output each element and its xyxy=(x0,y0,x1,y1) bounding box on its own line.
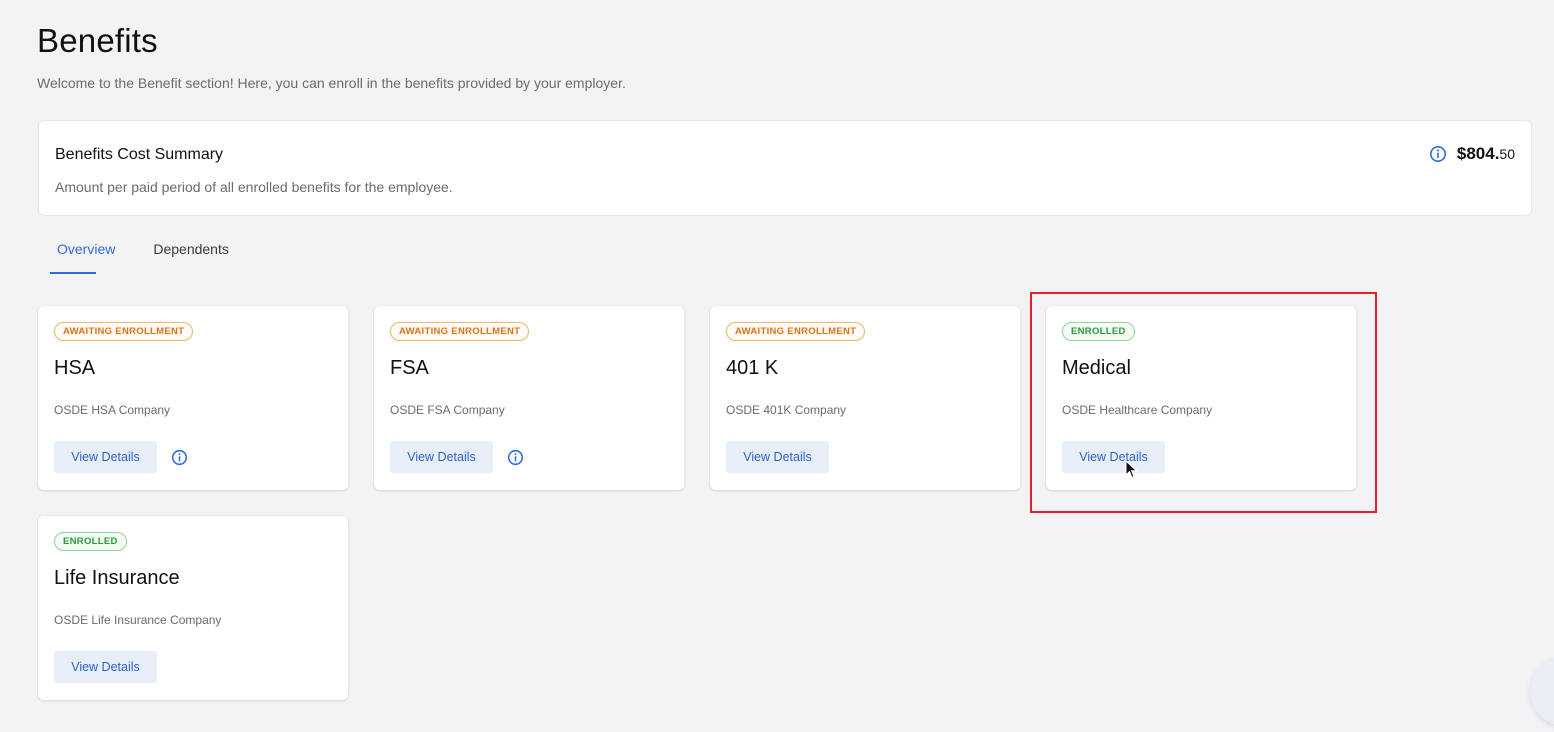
view-details-button[interactable]: View Details xyxy=(726,441,829,473)
info-circle-icon[interactable] xyxy=(1429,145,1447,163)
view-details-button[interactable]: View Details xyxy=(390,441,493,473)
tab-dependents[interactable]: Dependents xyxy=(134,236,248,273)
status-badge: AWAITING ENROLLMENT xyxy=(726,322,866,341)
card-title: HSA xyxy=(54,357,96,379)
card-company: OSDE 401K Company xyxy=(726,403,847,417)
view-details-button[interactable]: View Details xyxy=(54,441,157,473)
card-title: FSA xyxy=(390,357,429,379)
benefit-card-life-insurance: ENROLLED Life Insurance OSDE Life Insura… xyxy=(38,516,348,700)
status-badge: AWAITING ENROLLMENT xyxy=(390,322,530,341)
view-details-button[interactable]: View Details xyxy=(54,651,157,683)
status-badge: AWAITING ENROLLMENT xyxy=(54,322,194,341)
total-amount: $804. xyxy=(1456,144,1500,163)
card-company: OSDE FSA Company xyxy=(390,403,505,417)
benefits-cost-summary-card: Benefits Cost Summary Amount per paid pe… xyxy=(38,120,1532,216)
summary-total: $804.50 xyxy=(1429,144,1515,164)
benefit-card-401k: AWAITING ENROLLMENT 401 K OSDE 401K Comp… xyxy=(710,306,1020,490)
card-title: 401 K xyxy=(726,357,779,379)
mouse-cursor-icon xyxy=(1125,460,1138,479)
total-cents: 50 xyxy=(1499,146,1515,162)
summary-title: Benefits Cost Summary xyxy=(55,146,224,163)
card-company: OSDE HSA Company xyxy=(54,403,171,417)
info-circle-icon[interactable] xyxy=(171,449,188,466)
tab-overview[interactable]: Overview xyxy=(38,236,134,273)
page-subtitle: Welcome to the Benefit section! Here, yo… xyxy=(37,75,626,91)
info-circle-icon[interactable] xyxy=(507,449,524,466)
benefit-card-fsa: AWAITING ENROLLMENT FSA OSDE FSA Company… xyxy=(374,306,684,490)
summary-description: Amount per paid period of all enrolled b… xyxy=(55,179,453,195)
page-title: Benefits xyxy=(37,22,158,59)
status-badge: ENROLLED xyxy=(54,532,127,551)
card-title: Life Insurance xyxy=(54,567,180,589)
highlight-box xyxy=(1030,292,1377,513)
benefit-card-hsa: AWAITING ENROLLMENT HSA OSDE HSA Company… xyxy=(38,306,348,490)
chat-widget-button[interactable] xyxy=(1530,656,1554,726)
tab-bar: Overview Dependents xyxy=(38,236,248,273)
card-company: OSDE Life Insurance Company xyxy=(54,613,222,627)
